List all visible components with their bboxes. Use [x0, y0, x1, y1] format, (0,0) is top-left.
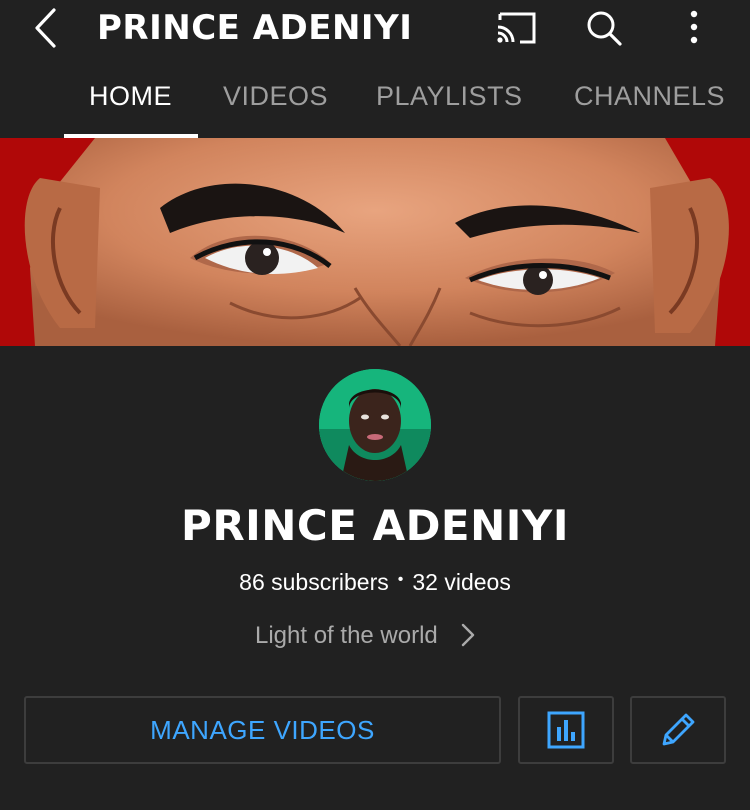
back-button[interactable] — [26, 6, 66, 50]
search-icon — [587, 11, 622, 46]
tab-channels[interactable]: CHANNELS — [574, 76, 725, 116]
cast-icon — [497, 12, 536, 44]
channel-title: PRINCE ADENIYI — [97, 8, 413, 48]
analytics-icon — [547, 711, 585, 749]
banner-artwork — [0, 138, 750, 346]
channel-name: PRINCE ADENIYI — [181, 501, 569, 550]
channel-stats: 86 subscribers • 32 videos — [0, 563, 750, 599]
top-app-bar: PRINCE ADENIYI — [0, 0, 750, 60]
search-button[interactable] — [582, 8, 626, 48]
edit-channel-button[interactable] — [630, 696, 726, 764]
channel-tabs: HOME VIDEOS PLAYLISTS CHANNELS — [0, 60, 750, 138]
video-count: 32 videos — [412, 569, 511, 595]
tab-videos[interactable]: VIDEOS — [223, 76, 328, 116]
tab-home[interactable]: HOME — [89, 76, 172, 116]
chevron-right-icon — [461, 623, 474, 647]
subscriber-count: 86 subscribers — [239, 569, 389, 595]
avatar-portrait — [319, 369, 431, 481]
chevron-left-icon — [35, 8, 56, 48]
channel-avatar[interactable] — [319, 369, 431, 481]
stats-separator: • — [397, 571, 404, 588]
more-options-button[interactable] — [672, 8, 716, 48]
tab-playlists[interactable]: PLAYLISTS — [376, 76, 523, 116]
more-vertical-icon — [690, 10, 698, 44]
manage-videos-button[interactable]: MANAGE VIDEOS — [24, 696, 501, 764]
cast-button[interactable] — [494, 8, 538, 48]
pencil-icon — [662, 713, 695, 746]
channel-tagline: Light of the world — [255, 622, 438, 649]
channel-description-link[interactable]: Light of the world — [255, 618, 476, 654]
analytics-button[interactable] — [518, 696, 614, 764]
channel-banner — [0, 138, 750, 346]
manage-videos-label: MANAGE VIDEOS — [150, 715, 375, 745]
